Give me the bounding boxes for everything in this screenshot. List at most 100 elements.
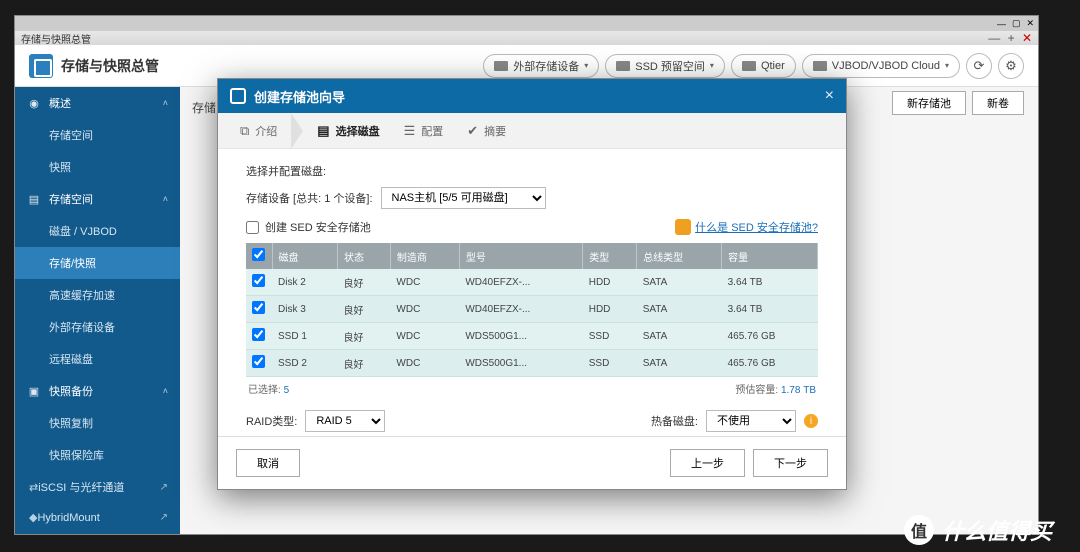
estimate-value: 1.78 TB <box>781 385 816 396</box>
modal-title: 创建存储池向导 <box>254 87 345 106</box>
win-maximize-icon[interactable]: + <box>1008 31 1015 45</box>
sed-checkbox-row[interactable]: 创建 SED 安全存储池 <box>246 219 371 235</box>
selected-count: 5 <box>284 385 290 396</box>
chevron-up-icon: ˄ <box>163 194 168 204</box>
sidebar-link-iscsi[interactable]: ⇄iSCSI 与光纤通道↗ <box>15 471 180 503</box>
chevron-up-icon: ˄ <box>163 386 168 396</box>
ssd-icon <box>616 61 630 71</box>
step-configure[interactable]: ☰配置 <box>394 123 454 139</box>
sliders-icon: ☰ <box>404 123 416 139</box>
step-summary[interactable]: ✔摘要 <box>457 123 516 139</box>
modal-header: 创建存储池向导 × <box>218 79 846 113</box>
external-link-icon: ↗ <box>160 482 168 493</box>
new-pool-button[interactable]: 新存储池 <box>892 91 966 115</box>
window-title-bar: 存储与快照总管 — + ✕ <box>15 31 1038 45</box>
camera-icon: ▣ <box>27 385 41 398</box>
pill-qtier[interactable]: Qtier <box>731 54 796 78</box>
sidebar-item-remote-disk[interactable]: 远程磁盘 <box>15 343 180 375</box>
col-capacity: 容量 <box>722 243 818 269</box>
qtier-icon <box>742 61 756 71</box>
device-icon <box>494 61 508 71</box>
row-checkbox[interactable] <box>252 301 265 314</box>
estimate-label: 预估容量: <box>735 385 778 396</box>
raid-label: RAID类型: <box>246 413 297 429</box>
settings-button[interactable]: ⚙ <box>998 53 1024 79</box>
row-checkbox[interactable] <box>252 328 265 341</box>
spare-label: 热备磁盘: <box>651 413 698 429</box>
col-bus: 总线类型 <box>637 243 722 269</box>
table-row[interactable]: Disk 2良好WDCWD40EFZX-...HDDSATA3.64 TB <box>246 269 818 296</box>
window-title: 存储与快照总管 <box>21 31 91 46</box>
table-row[interactable]: SSD 2良好WDCWDS500G1...SSDSATA465.76 GB <box>246 350 818 377</box>
sidebar-item-snapshot[interactable]: 快照 <box>15 151 180 183</box>
disk-icon: ▤ <box>317 123 329 139</box>
external-link-icon: ↗ <box>160 512 168 523</box>
refresh-button[interactable]: ⟳ <box>966 53 992 79</box>
maximize-icon[interactable]: ▢ <box>1012 18 1021 29</box>
sed-checkbox[interactable] <box>246 221 259 234</box>
step-select-disk[interactable]: ▤选择磁盘 <box>307 123 389 139</box>
select-all-checkbox[interactable] <box>252 248 265 261</box>
watermark-badge-icon: 值 <box>904 515 934 545</box>
check-circle-icon: ✔ <box>467 123 478 139</box>
minimize-icon[interactable]: — <box>997 19 1006 29</box>
app-title: 存储与快照总管 <box>61 56 483 76</box>
gauge-icon: ◉ <box>27 97 41 110</box>
pill-vjbod-cloud[interactable]: VJBOD/VJBOD Cloud▾ <box>802 54 960 78</box>
disk-table: 磁盘 状态 制造商 型号 类型 总线类型 容量 Disk 2良好WDCWD40E… <box>246 243 818 377</box>
info-icon[interactable]: i <box>804 414 818 428</box>
next-button[interactable]: 下一步 <box>753 449 828 477</box>
cloud-icon <box>813 61 827 71</box>
table-row[interactable]: Disk 3良好WDCWD40EFZX-...HDDSATA3.64 TB <box>246 296 818 323</box>
sed-help-link[interactable]: 什么是 SED 安全存储池? <box>675 219 818 235</box>
win-close-icon[interactable]: ✕ <box>1022 31 1032 45</box>
col-maker: 制造商 <box>390 243 459 269</box>
sidebar-group-snapshot-backup[interactable]: ▣快照备份˄ <box>15 375 180 407</box>
select-config-label: 选择并配置磁盘: <box>246 163 818 179</box>
sidebar-item-storage-space[interactable]: 存储空间 <box>15 119 180 151</box>
new-volume-button[interactable]: 新卷 <box>972 91 1024 115</box>
sidebar-link-hybridmount[interactable]: ◆HybridMount↗ <box>15 503 180 532</box>
help-badge-icon <box>675 219 691 235</box>
stack-icon: ▤ <box>27 193 41 206</box>
win-minimize-icon[interactable]: — <box>988 31 1000 45</box>
sidebar-group-overview[interactable]: ◉概述˄ <box>15 87 180 119</box>
col-model: 型号 <box>459 243 582 269</box>
close-icon[interactable]: ✕ <box>1026 18 1034 29</box>
pool-icon <box>230 88 246 104</box>
watermark: 值 什么值得买 <box>904 514 1052 546</box>
raid-select[interactable]: RAID 5 <box>305 410 385 432</box>
selected-label: 已选择: <box>248 385 281 396</box>
prev-button[interactable]: 上一步 <box>670 449 745 477</box>
pill-external-storage[interactable]: 外部存储设备▾ <box>483 54 599 78</box>
sidebar-item-ext-device[interactable]: 外部存储设备 <box>15 311 180 343</box>
sidebar-item-cache[interactable]: 高速缓存加速 <box>15 279 180 311</box>
sidebar: ◉概述˄ 存储空间 快照 ▤存储空间˄ 磁盘 / VJBOD 存储/快照 高速缓… <box>15 87 180 534</box>
cancel-button[interactable]: 取消 <box>236 449 300 477</box>
col-status: 状态 <box>338 243 391 269</box>
row-checkbox[interactable] <box>252 355 265 368</box>
device-select[interactable]: NAS主机 [5/5 可用磁盘] <box>381 187 546 209</box>
sidebar-group-storage[interactable]: ▤存储空间˄ <box>15 183 180 215</box>
chevron-up-icon: ˄ <box>163 98 168 108</box>
storage-icon <box>29 54 53 78</box>
step-arrow-icon <box>291 113 303 149</box>
sidebar-item-storage-snapshot[interactable]: 存储/快照 <box>15 247 180 279</box>
spare-select[interactable]: 不使用 <box>706 410 796 432</box>
sidebar-item-snapshot-vault[interactable]: 快照保险库 <box>15 439 180 471</box>
step-intro[interactable]: ⧉介绍 <box>230 123 287 139</box>
sidebar-item-snapshot-replica[interactable]: 快照复制 <box>15 407 180 439</box>
pill-ssd-reserve[interactable]: SSD 预留空间▾ <box>605 54 725 78</box>
create-pool-wizard-modal: 创建存储池向导 × ⧉介绍 ▤选择磁盘 ☰配置 ✔摘要 选择并配置磁盘: 存储设… <box>217 78 847 490</box>
row-checkbox[interactable] <box>252 274 265 287</box>
col-type: 类型 <box>583 243 637 269</box>
col-disk: 磁盘 <box>272 243 338 269</box>
table-row[interactable]: SSD 1良好WDCWDS500G1...SSDSATA465.76 GB <box>246 323 818 350</box>
arrow-icon: ⇄ <box>29 482 38 494</box>
copy-icon: ⧉ <box>240 123 249 139</box>
wizard-steps: ⧉介绍 ▤选择磁盘 ☰配置 ✔摘要 <box>218 113 846 149</box>
sidebar-item-disk-vjbod[interactable]: 磁盘 / VJBOD <box>15 215 180 247</box>
mount-icon: ◆ <box>29 512 37 524</box>
modal-close-button[interactable]: × <box>825 87 834 105</box>
outer-title-bar: — ▢ ✕ <box>15 16 1038 31</box>
